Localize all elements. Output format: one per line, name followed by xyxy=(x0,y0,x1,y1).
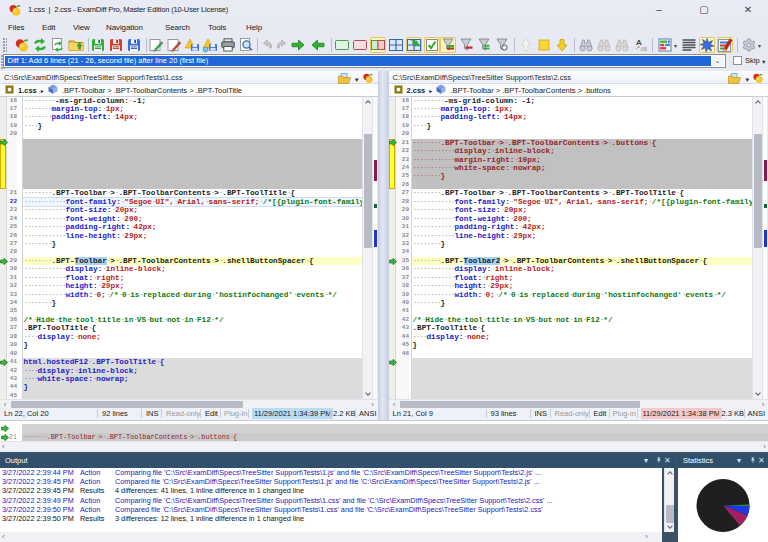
svg-text:AB: AB xyxy=(641,46,648,52)
